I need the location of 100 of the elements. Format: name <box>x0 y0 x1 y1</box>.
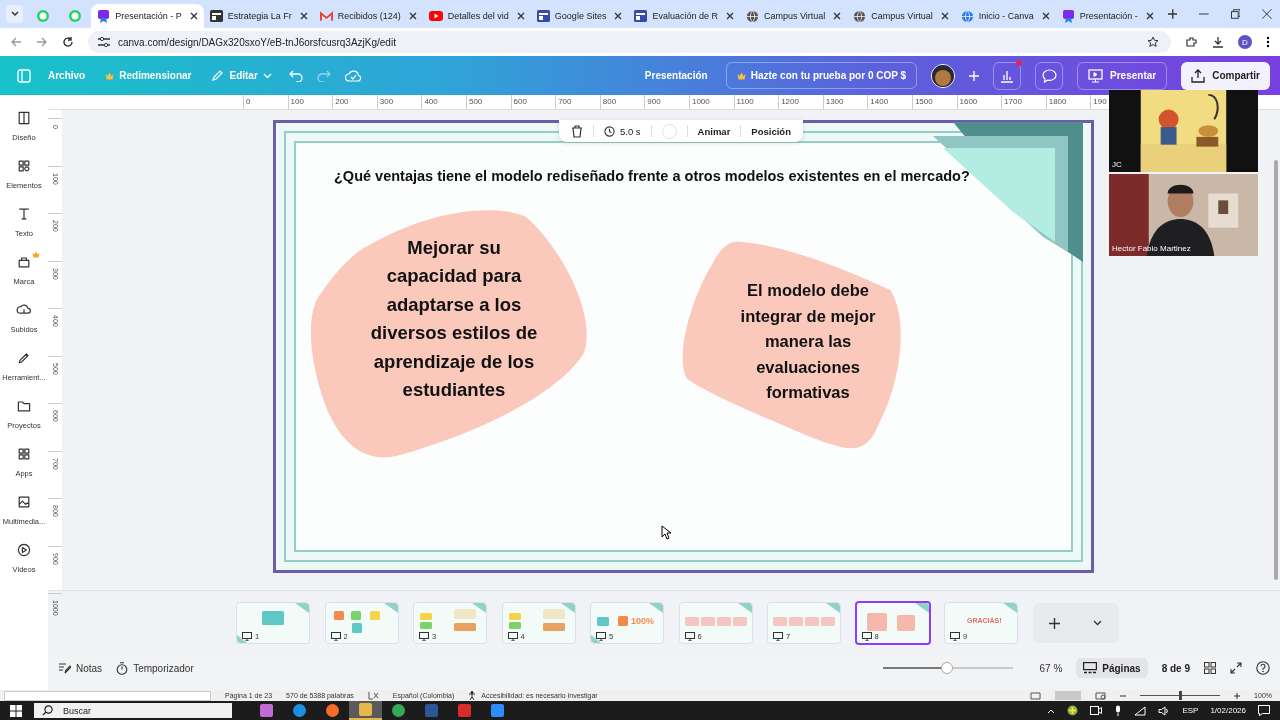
insights-button[interactable] <box>993 61 1022 90</box>
scrollbar-thumb[interactable] <box>1274 160 1278 580</box>
slide[interactable] <box>273 120 1094 573</box>
zoom-in-icon[interactable] <box>1234 692 1241 699</box>
caret-up-icon[interactable] <box>1047 707 1056 714</box>
browser-tab[interactable]: Detalles del vid <box>422 4 531 28</box>
grid-view-icon[interactable] <box>1204 662 1216 674</box>
presentation-icon <box>596 632 606 641</box>
add-page-icon[interactable] <box>1049 617 1060 629</box>
ruler-label: 1600 <box>956 95 1002 109</box>
close-icon[interactable] <box>725 12 734 20</box>
cursor-icon <box>661 525 671 540</box>
layout-icon <box>16 110 32 126</box>
app-icon[interactable] <box>392 704 405 717</box>
app-icon[interactable] <box>326 704 339 717</box>
user-avatar[interactable] <box>931 63 956 88</box>
speaker-icon[interactable] <box>1158 705 1171 716</box>
trash-icon[interactable] <box>571 124 583 138</box>
address-field[interactable]: canva.com/design/DAGx320sxoY/eB-tnJ6orsfcusrq3AzjKg/edit <box>88 31 1171 53</box>
menu-icon[interactable] <box>1266 36 1270 48</box>
zoom-out-icon[interactable] <box>1120 692 1127 699</box>
close-icon[interactable] <box>614 12 623 20</box>
undo-icon[interactable] <box>288 69 303 82</box>
keyboard-language[interactable]: ESP <box>1182 706 1199 715</box>
browser-tab[interactable]: Inicio - Canva <box>954 4 1056 28</box>
tab-title: Evaluación de R <box>652 11 718 21</box>
pages-button[interactable]: Páginas <box>1076 658 1148 678</box>
ruler-label: 700 <box>555 95 600 109</box>
word-zoom-thumb[interactable] <box>1179 691 1183 700</box>
download-icon[interactable] <box>1212 36 1224 48</box>
browser-tab[interactable]: Campus Virtual <box>847 4 955 28</box>
microphone-icon[interactable] <box>1114 705 1123 716</box>
restore-icon[interactable] <box>1230 9 1241 19</box>
zoom-level: 67 % <box>1039 662 1063 674</box>
ruler-label: 100 <box>287 95 333 109</box>
browser-tab[interactable]: Estrategia La Fr <box>203 4 314 28</box>
taskbar-search-field[interactable]: Buscar <box>34 703 232 718</box>
participant-name: Hector Fabio Martinez <box>1112 244 1191 253</box>
trial-button[interactable]: Hazte con tu prueba por 0 COP $ <box>725 62 918 89</box>
position-button[interactable]: Posición <box>751 125 791 137</box>
shield-icon[interactable] <box>1067 705 1079 716</box>
ruler-label: 1800 <box>1045 95 1091 109</box>
slide-title[interactable]: ¿Qué ventajas tiene el modelo rediseñado frente a otros modelos existentes en el mercado? <box>334 168 970 184</box>
reload-icon[interactable] <box>62 36 74 48</box>
profile-avatar[interactable]: D <box>1238 35 1252 49</box>
browser-tab[interactable]: Campus Virtual <box>739 4 848 28</box>
browser-tab[interactable]: Recibidos (124) <box>313 4 423 28</box>
zoom-slider[interactable] <box>883 662 1014 674</box>
zoom-slider-thumb[interactable] <box>941 662 954 674</box>
windows-icon[interactable] <box>10 704 22 717</box>
tab-title: Presentación - P <box>115 11 182 21</box>
cloud-saved-icon[interactable] <box>344 69 361 82</box>
present-button[interactable]: Presentar <box>1077 61 1168 90</box>
animate-button[interactable]: Animar <box>697 125 731 137</box>
comment-button[interactable] <box>1035 61 1064 90</box>
focus-icon[interactable] <box>1030 691 1042 700</box>
ruler-label: 1200 <box>778 95 823 109</box>
camera-icon[interactable] <box>1090 706 1103 715</box>
presentation-icon <box>419 632 429 641</box>
proofing-icon[interactable] <box>367 691 379 700</box>
share-button[interactable]: Compartir <box>1181 61 1270 90</box>
close-icon[interactable] <box>516 12 525 20</box>
presentation-icon <box>242 632 252 641</box>
close-icon[interactable] <box>408 12 417 20</box>
notes-button[interactable]: Notas <box>58 662 103 674</box>
tab-list-button[interactable] <box>6 5 24 23</box>
avatar-face-icon <box>932 64 955 87</box>
close-icon[interactable] <box>299 12 308 20</box>
notification-icon[interactable] <box>1258 705 1270 716</box>
tab-title: Recibidos (124) <box>337 11 401 21</box>
browser-tab[interactable]: Evaluación de R <box>628 4 740 28</box>
crown-icon <box>32 251 40 258</box>
tab-title: Inicio - Canva <box>978 11 1034 21</box>
presentation-icon <box>950 632 960 641</box>
add-icon[interactable] <box>969 70 980 81</box>
back-icon[interactable] <box>10 36 22 48</box>
web-layout-icon[interactable] <box>1095 691 1107 700</box>
forward-icon[interactable] <box>36 36 48 48</box>
new-tab-icon[interactable] <box>1167 9 1178 19</box>
site-settings-icon[interactable] <box>98 37 110 47</box>
app-icon[interactable] <box>293 704 306 717</box>
ruler-label: 900 <box>644 95 689 109</box>
browser-tab[interactable]: Presentación - P <box>91 4 204 28</box>
duration-button[interactable]: 5.0 s <box>604 125 641 137</box>
timer-button[interactable]: Temporizador <box>116 661 194 675</box>
browser-tab[interactable]: Google Sites <box>530 4 629 28</box>
close-icon[interactable] <box>940 12 949 20</box>
browser-tab[interactable]: Presentación - <box>1055 4 1160 28</box>
close-icon[interactable] <box>1041 12 1050 20</box>
close-icon[interactable] <box>1145 12 1154 20</box>
ruler-label: 600 <box>510 95 556 109</box>
close-icon[interactable] <box>833 12 842 20</box>
bookmark-star-icon[interactable] <box>1147 36 1159 48</box>
close-icon[interactable] <box>189 12 198 20</box>
chevron-down-icon[interactable] <box>1093 620 1102 626</box>
help-icon[interactable] <box>1256 661 1270 675</box>
fullscreen-icon[interactable] <box>1230 662 1242 674</box>
wifi-icon[interactable] <box>1134 705 1147 716</box>
extensions-icon[interactable] <box>1185 35 1198 49</box>
ruler-label: 1000 <box>688 95 734 109</box>
